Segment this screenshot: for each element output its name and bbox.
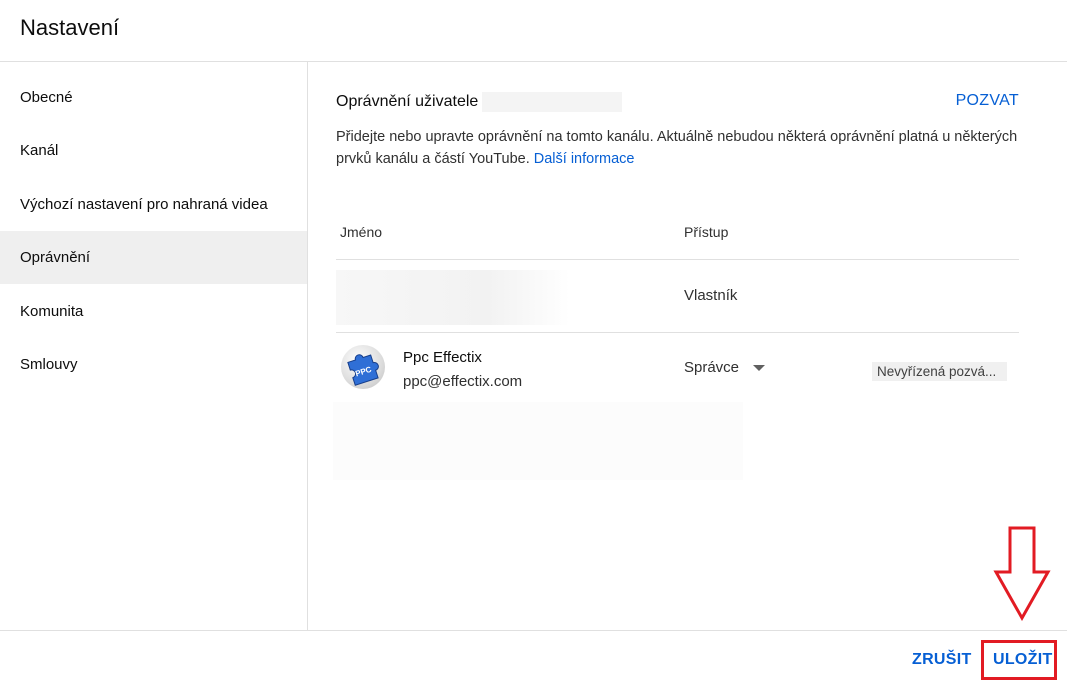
caret-down-icon — [753, 364, 766, 371]
sidebar-item-permissions[interactable]: Oprávnění — [0, 231, 307, 284]
status-badge: Nevyřízená pozvá... — [872, 362, 1007, 381]
footer-bar: ZRUŠIT ULOŽIT — [0, 630, 1067, 685]
arrow-down-icon — [993, 526, 1051, 621]
user-email: ppc@effectix.com — [403, 373, 523, 390]
learn-more-link[interactable]: Další informace — [534, 151, 635, 167]
sidebar-item-channel[interactable]: Kanál — [0, 124, 307, 177]
description-text: Přidejte nebo upravte oprávnění na tomto… — [336, 129, 1018, 167]
permissions-description: Přidejte nebo upravte oprávnění na tomto… — [336, 126, 1026, 170]
redacted-owner-name — [336, 270, 570, 325]
sidebar-item-upload-defaults[interactable]: Výchozí nastavení pro nahraná videa — [0, 178, 307, 231]
empty-area — [333, 402, 743, 480]
role-dropdown-value: Správce — [684, 359, 740, 376]
row-divider — [336, 332, 1019, 333]
page-title: Nastavení — [20, 15, 120, 40]
owner-role: Vlastník — [684, 287, 738, 304]
redacted-channel-name — [482, 92, 623, 112]
user-name: Ppc Effectix — [403, 349, 482, 366]
column-header-access: Přístup — [684, 224, 729, 240]
settings-sidebar: Obecné Kanál Výchozí nastavení pro nahra… — [0, 62, 308, 630]
invite-button[interactable]: POZVAT — [956, 92, 1019, 110]
column-header-name: Jméno — [340, 224, 383, 240]
table-header-divider — [336, 259, 1019, 260]
sidebar-item-general[interactable]: Obecné — [0, 71, 307, 124]
section-title-text: Oprávnění uživatele — [336, 93, 479, 110]
save-highlight-box — [981, 640, 1057, 680]
sidebar-item-community[interactable]: Komunita — [0, 285, 307, 338]
settings-header: Nastavení — [0, 0, 1067, 62]
permissions-panel: Oprávnění uživatele POZVAT Přidejte nebo… — [309, 62, 1067, 630]
section-title: Oprávnění uživatele — [336, 92, 623, 112]
role-dropdown[interactable]: Správce — [684, 359, 766, 376]
avatar: PPC — [341, 345, 385, 389]
cancel-button[interactable]: ZRUŠIT — [912, 651, 972, 669]
sidebar-item-agreements[interactable]: Smlouvy — [0, 338, 307, 391]
puzzle-logo-icon: PPC — [347, 354, 379, 386]
